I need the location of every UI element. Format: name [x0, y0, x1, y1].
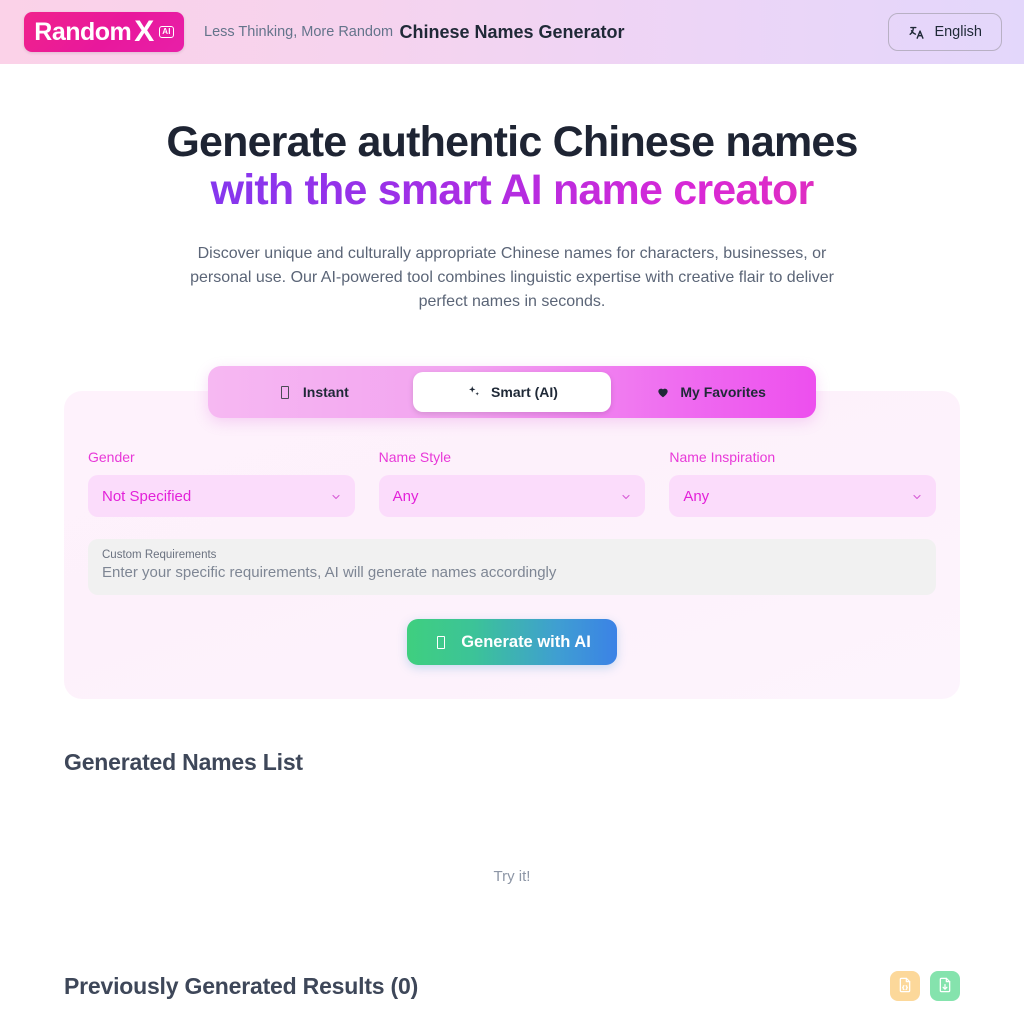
- gender-select[interactable]: Not Specified: [88, 475, 355, 517]
- generated-names-empty-state: Try it!: [493, 868, 531, 885]
- logo-ai-badge: AI: [159, 26, 174, 38]
- hero-heading-line1: Generate authentic Chinese names: [166, 118, 858, 166]
- field-name-inspiration: Name Inspiration Any: [669, 449, 936, 517]
- file-json-icon: [897, 977, 913, 996]
- gender-label: Gender: [88, 449, 135, 465]
- logo-x-mark: X: [134, 15, 155, 48]
- name-style-select[interactable]: Any: [378, 475, 646, 517]
- tab-smart-ai[interactable]: Smart (AI): [412, 372, 612, 412]
- custom-requirements-placeholder: Enter your specific requirements, AI wil…: [102, 564, 557, 581]
- app-logo[interactable]: Random X AI: [24, 12, 184, 52]
- field-gender: Gender Not Specified: [88, 449, 355, 517]
- field-name-style: Name Style Any: [378, 449, 646, 517]
- previous-results-section: Previously Generated Results (0): [64, 971, 960, 1024]
- chevron-down-icon: [620, 490, 632, 502]
- previous-results-title: Previously Generated Results (0): [64, 972, 419, 999]
- tab-my-favorites-label: My Favorites: [680, 384, 766, 400]
- name-inspiration-select[interactable]: Any: [669, 475, 936, 517]
- download-button[interactable]: [930, 971, 960, 1001]
- previous-results-empty-state: No valid data currently available: [64, 1001, 960, 1024]
- mode-tabs: Instant Smart (AI) My Favorites: [208, 366, 816, 418]
- tab-instant[interactable]: Instant: [214, 372, 413, 412]
- hero-section: Generate authentic Chinese names with th…: [0, 64, 1024, 314]
- previous-results-actions: [890, 971, 960, 1001]
- hero-heading-line2: with the smart AI name creator: [0, 166, 1024, 214]
- generator-form-card: Gender Not Specified Name Style Any Name…: [64, 391, 960, 699]
- export-json-button[interactable]: [890, 971, 920, 1001]
- generate-button-wrapper: Generate with AI: [88, 619, 936, 665]
- tagline: Less Thinking, More Random: [204, 24, 394, 40]
- generated-names-section: Generated Names List Try it!: [64, 749, 960, 885]
- sparkle-icon: [433, 635, 448, 650]
- heart-icon: [655, 385, 670, 400]
- app-header: Random X AI Less Thinking, More Random C…: [0, 0, 1024, 64]
- file-download-icon: [937, 977, 953, 996]
- generate-button-label: Generate with AI: [461, 632, 591, 651]
- custom-requirements-label: Custom Requirements: [102, 549, 217, 561]
- generated-names-title: Generated Names List: [64, 749, 303, 775]
- name-inspiration-value: Any: [683, 487, 710, 505]
- language-label: English: [934, 24, 982, 40]
- translate-icon: [908, 24, 925, 41]
- custom-requirements-field[interactable]: Custom Requirements Enter your specific …: [88, 539, 936, 595]
- language-switcher-button[interactable]: English: [888, 13, 1002, 51]
- hero-heading: Generate authentic Chinese names with th…: [0, 118, 1024, 214]
- tab-smart-ai-label: Smart (AI): [491, 384, 558, 400]
- logo-text: Random: [34, 17, 132, 46]
- generate-with-ai-button[interactable]: Generate with AI: [407, 619, 617, 665]
- lightning-bolt-icon: [278, 385, 293, 400]
- hero-subtitle: Discover unique and culturally appropria…: [190, 245, 834, 310]
- name-inspiration-label: Name Inspiration: [669, 449, 776, 465]
- generated-names-header: Generated Names List: [64, 749, 960, 776]
- chevron-down-icon: [330, 490, 342, 502]
- name-style-value: Any: [392, 487, 419, 505]
- sparkles-icon: [466, 385, 481, 400]
- chevron-down-icon: [911, 490, 923, 502]
- tab-instant-label: Instant: [302, 384, 349, 400]
- previous-results-header: Previously Generated Results (0): [64, 971, 960, 1001]
- form-fields-row: Gender Not Specified Name Style Any Name…: [88, 449, 936, 517]
- name-style-label: Name Style: [378, 449, 452, 465]
- gender-value: Not Specified: [102, 487, 192, 505]
- mode-tabs-wrapper: Instant Smart (AI) My Favorites: [0, 366, 1024, 418]
- tab-my-favorites[interactable]: My Favorites: [611, 372, 810, 412]
